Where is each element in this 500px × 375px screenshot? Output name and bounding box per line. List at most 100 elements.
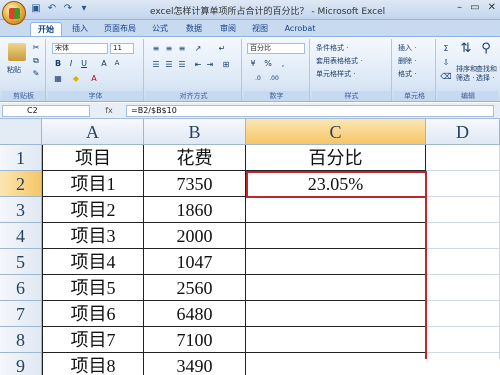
cell-a6[interactable]: 项目5: [42, 275, 144, 301]
cell-b8[interactable]: 7100: [144, 327, 246, 353]
cell-a2[interactable]: 项目1: [42, 171, 144, 197]
font-color-icon[interactable]: A: [88, 73, 100, 84]
cell-d7[interactable]: [426, 301, 500, 327]
cell-c5[interactable]: [246, 249, 426, 275]
align-top-icon[interactable]: ≡: [150, 43, 162, 54]
bold-button[interactable]: B: [52, 58, 64, 69]
wrap-text-icon[interactable]: ↵: [216, 43, 228, 54]
format-painter-icon[interactable]: ✎: [30, 68, 42, 79]
autosum-icon[interactable]: Σ: [440, 43, 452, 54]
delete-button[interactable]: 删除 ·: [398, 56, 416, 66]
decrease-decimal-icon[interactable]: .00: [268, 73, 280, 84]
cell-d1[interactable]: [426, 145, 500, 171]
insert-function-button[interactable]: fx: [96, 105, 122, 117]
row-header-4[interactable]: 4: [0, 223, 42, 249]
column-header-d[interactable]: D: [426, 119, 500, 145]
cell-b1[interactable]: 花费: [144, 145, 246, 171]
tab-home[interactable]: 开始: [30, 22, 62, 36]
name-box[interactable]: C2: [2, 105, 90, 117]
sort-filter-icon[interactable]: ⇅: [458, 42, 474, 59]
cell-a8[interactable]: 项目7: [42, 327, 144, 353]
cell-d3[interactable]: [426, 197, 500, 223]
tab-view[interactable]: 视图: [246, 22, 274, 36]
currency-icon[interactable]: ¥: [247, 58, 259, 69]
cell-b5[interactable]: 1047: [144, 249, 246, 275]
formula-input[interactable]: =B2/$B$10: [126, 105, 494, 117]
column-header-b[interactable]: B: [144, 119, 246, 145]
cell-d8[interactable]: [426, 327, 500, 353]
font-size-dropdown[interactable]: 11: [110, 43, 134, 54]
undo-icon[interactable]: ↶: [46, 3, 58, 15]
format-button[interactable]: 格式 ·: [398, 69, 416, 79]
close-button[interactable]: ✕: [488, 2, 496, 13]
row-header-9[interactable]: 9: [0, 353, 42, 375]
align-right-icon[interactable]: ☰: [176, 59, 188, 70]
format-as-table-button[interactable]: 套用表格格式 ·: [316, 56, 362, 66]
tab-review[interactable]: 审阅: [214, 22, 242, 36]
copy-icon[interactable]: ⧉: [30, 55, 42, 66]
cell-b7[interactable]: 6480: [144, 301, 246, 327]
column-header-c[interactable]: C: [246, 119, 426, 145]
increase-indent-icon[interactable]: ⇥: [204, 59, 216, 70]
cell-d5[interactable]: [426, 249, 500, 275]
sort-filter-label[interactable]: 排序和 筛选 ·: [456, 65, 477, 83]
paste-icon[interactable]: [8, 43, 26, 61]
increase-decimal-icon[interactable]: .0: [252, 73, 264, 84]
row-header-1[interactable]: 1: [0, 145, 42, 171]
cell-d4[interactable]: [426, 223, 500, 249]
fill-color-icon[interactable]: ◆: [70, 73, 82, 84]
cell-c1[interactable]: 百分比: [246, 145, 426, 171]
tab-data[interactable]: 数据: [180, 22, 208, 36]
decrease-indent-icon[interactable]: ⇤: [192, 59, 204, 70]
cell-b3[interactable]: 1860: [144, 197, 246, 223]
office-button[interactable]: [2, 1, 26, 25]
italic-button[interactable]: I: [65, 58, 77, 69]
cell-c2[interactable]: 23.05%: [246, 171, 426, 197]
row-header-8[interactable]: 8: [0, 327, 42, 353]
cell-c7[interactable]: [246, 301, 426, 327]
insert-button[interactable]: 插入 ·: [398, 43, 416, 53]
cell-a3[interactable]: 项目2: [42, 197, 144, 223]
align-middle-icon[interactable]: ≡: [163, 43, 175, 54]
cut-icon[interactable]: ✂: [30, 42, 42, 53]
save-icon[interactable]: ▣: [30, 3, 42, 15]
cell-styles-button[interactable]: 单元格样式 ·: [316, 69, 355, 79]
cell-b6[interactable]: 2560: [144, 275, 246, 301]
row-header-6[interactable]: 6: [0, 275, 42, 301]
cell-c6[interactable]: [246, 275, 426, 301]
tab-formulas[interactable]: 公式: [146, 22, 174, 36]
cell-b9[interactable]: 3490: [144, 353, 246, 375]
maximize-button[interactable]: ▭: [470, 2, 479, 13]
cell-a1[interactable]: 项目: [42, 145, 144, 171]
minimize-button[interactable]: –: [457, 2, 462, 13]
cell-a5[interactable]: 项目4: [42, 249, 144, 275]
fill-icon[interactable]: ⇩: [440, 57, 452, 68]
redo-icon[interactable]: ↷: [62, 3, 74, 15]
percent-button[interactable]: %: [262, 58, 274, 69]
merge-center-icon[interactable]: ⊞: [220, 59, 232, 70]
number-format-dropdown[interactable]: 百分比: [247, 43, 305, 54]
align-bottom-icon[interactable]: ≡: [176, 43, 188, 54]
customize-icon[interactable]: ▾: [78, 3, 90, 15]
orientation-icon[interactable]: ↗: [192, 43, 204, 54]
row-header-7[interactable]: 7: [0, 301, 42, 327]
borders-icon[interactable]: ▦: [52, 73, 64, 84]
row-header-3[interactable]: 3: [0, 197, 42, 223]
cell-d2[interactable]: [426, 171, 500, 197]
row-header-5[interactable]: 5: [0, 249, 42, 275]
cell-c3[interactable]: [246, 197, 426, 223]
tab-page-layout[interactable]: 页面布局: [98, 22, 142, 36]
column-header-a[interactable]: A: [42, 119, 144, 145]
align-left-icon[interactable]: ☰: [150, 59, 162, 70]
increase-font-icon[interactable]: A: [98, 58, 110, 69]
conditional-formatting-button[interactable]: 条件格式 ·: [316, 43, 348, 53]
font-name-dropdown[interactable]: 宋体: [52, 43, 108, 54]
cell-d6[interactable]: [426, 275, 500, 301]
decrease-font-icon[interactable]: A: [111, 58, 123, 69]
paste-label[interactable]: 粘贴: [7, 65, 21, 75]
find-select-label[interactable]: 查找和 选择 ·: [476, 65, 497, 83]
cell-b4[interactable]: 2000: [144, 223, 246, 249]
cell-a9[interactable]: 项目8: [42, 353, 144, 375]
cell-a7[interactable]: 项目6: [42, 301, 144, 327]
select-all-corner[interactable]: [0, 119, 42, 145]
